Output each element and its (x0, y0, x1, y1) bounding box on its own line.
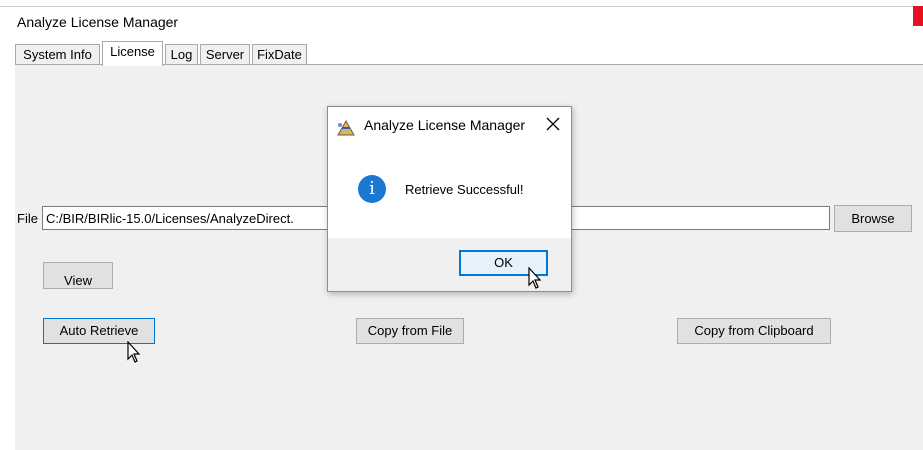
dialog-title: Analyze License Manager (364, 117, 526, 133)
copy-from-file-button[interactable]: Copy from File (356, 318, 464, 344)
mouse-cursor-icon (528, 267, 542, 289)
close-icon[interactable] (542, 113, 564, 135)
view-button[interactable]: View (43, 262, 113, 289)
tab-fixdate[interactable]: FixDate (252, 44, 307, 64)
tab-server[interactable]: Server (200, 44, 250, 64)
dialog-message: Retrieve Successful! (405, 182, 524, 197)
tab-system-info[interactable]: System Info (15, 44, 100, 64)
info-icon: i (358, 175, 386, 203)
tab-license[interactable]: License (102, 41, 163, 66)
window-title: Analyze License Manager (17, 14, 179, 30)
app-logo-icon (337, 119, 355, 136)
window-close-button[interactable] (913, 6, 923, 26)
file-label: File (17, 211, 38, 226)
top-divider (0, 6, 923, 7)
tab-log[interactable]: Log (165, 44, 198, 64)
browse-button[interactable]: Browse (834, 205, 912, 232)
mouse-cursor-icon (127, 341, 141, 363)
message-dialog: Analyze License Manager i Retrieve Succe… (327, 106, 572, 292)
copy-from-clipboard-button[interactable]: Copy from Clipboard (677, 318, 831, 344)
